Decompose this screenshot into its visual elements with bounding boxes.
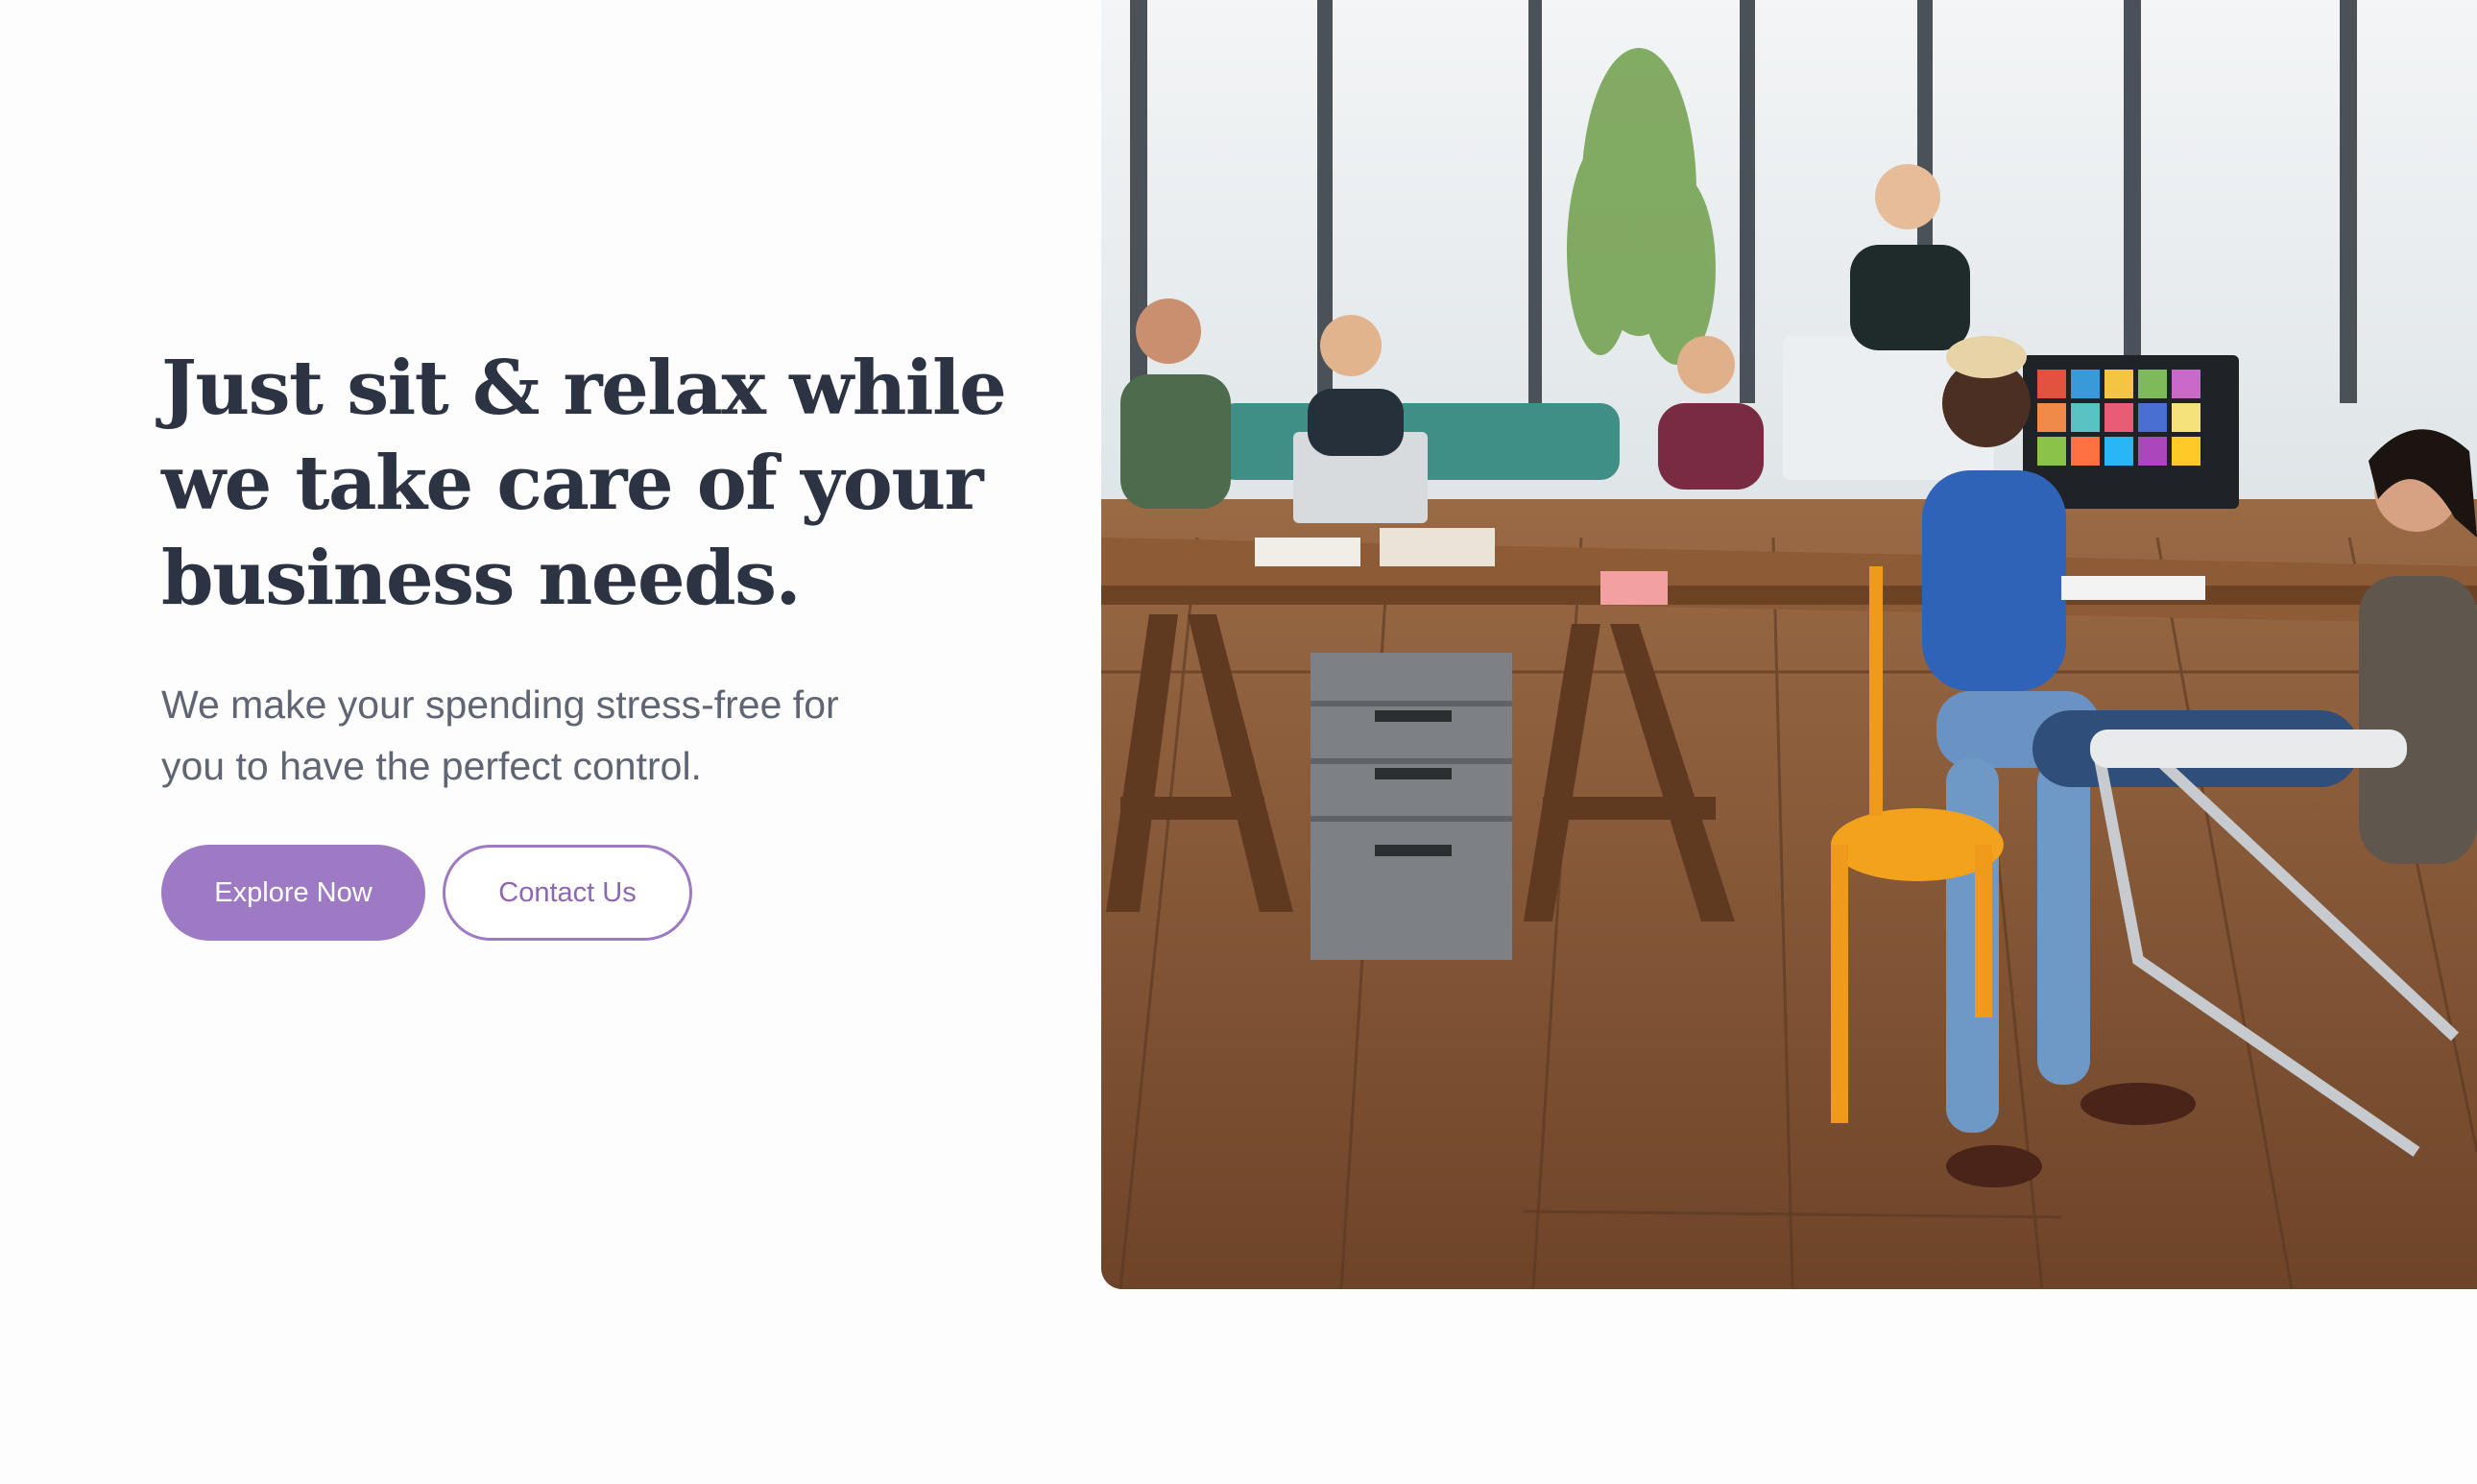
contact-us-button[interactable]: Contact Us xyxy=(443,845,692,941)
hero-text-block: Just sit & relax while we take care of y… xyxy=(161,341,1007,797)
hero-buttons: Explore Now Contact Us xyxy=(161,845,692,941)
hero-section: Just sit & relax while we take care of y… xyxy=(0,0,2477,1484)
office-team-photo xyxy=(1101,0,2477,1289)
hero-subtext-line: you to have the perfect control. xyxy=(161,744,702,788)
hero-headline-line: Just sit & relax while xyxy=(161,345,1007,432)
hero-subtext-line: We make your spending stress-free for xyxy=(161,682,839,727)
hero-headline: Just sit & relax while we take care of y… xyxy=(161,341,1007,626)
hero-headline-line: business needs. xyxy=(161,535,802,622)
hero-subtext: We make your spending stress-free for yo… xyxy=(161,674,1006,797)
hero-headline-line: we take care of your xyxy=(161,440,984,527)
explore-now-button[interactable]: Explore Now xyxy=(161,845,425,941)
